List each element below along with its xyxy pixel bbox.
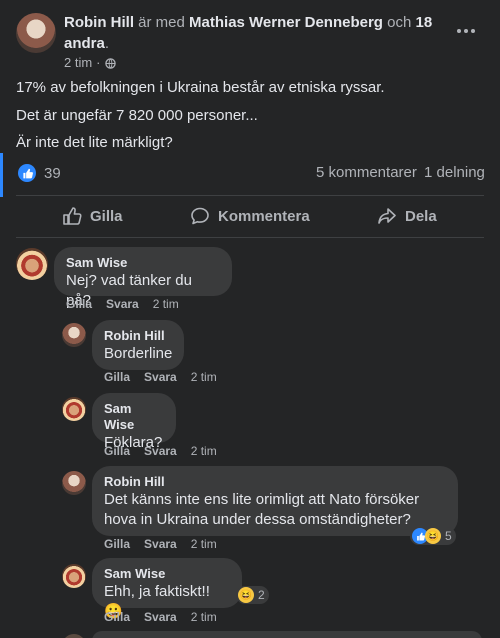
comment-like-link[interactable]: Gilla xyxy=(104,370,130,384)
comment-author[interactable]: Sam Wise xyxy=(104,566,230,582)
share-icon xyxy=(378,208,396,224)
post-text-line-3: Är inte det lite märkligt? xyxy=(16,134,173,151)
comment-author[interactable]: Robin Hill xyxy=(104,474,446,490)
avatar[interactable] xyxy=(62,634,86,638)
share-button[interactable]: Dela xyxy=(377,206,437,226)
comment-reply-link[interactable]: Svara xyxy=(144,610,177,624)
avatar[interactable] xyxy=(62,397,86,421)
comment-reactions[interactable]: 😆 5 xyxy=(410,527,456,545)
like-button[interactable]: Gilla xyxy=(62,206,123,226)
divider-top xyxy=(16,195,484,196)
comment-bubble: Sam Wise Föklara? xyxy=(92,393,176,451)
comment-reactions[interactable]: 😆 2 xyxy=(236,586,269,604)
with-text: är med xyxy=(138,14,185,31)
post-text-line-1: 17% av befolkningen i Ukraina består av … xyxy=(16,79,385,96)
reaction-count: 2 xyxy=(258,588,265,602)
comment-bubble-partial xyxy=(92,631,482,638)
thumbs-up-icon xyxy=(63,207,82,225)
comment-bubble: Robin Hill Borderline xyxy=(92,320,184,370)
comment-button-label: Kommentera xyxy=(218,207,310,225)
comment-reply-link[interactable]: Svara xyxy=(144,537,177,551)
comment-bubble: Sam Wise Ehh, ja faktiskt!! 😀 xyxy=(92,558,242,620)
comment-author[interactable]: Robin Hill xyxy=(104,328,172,344)
comment-icon xyxy=(191,207,209,225)
comment-time[interactable]: 2 tim xyxy=(191,537,217,551)
post-time[interactable]: 2 tim xyxy=(64,55,92,70)
comment-bubble: Robin Hill Det känns inte ens lite oriml… xyxy=(92,466,458,536)
tagged-person[interactable]: Mathias Werner Denneberg xyxy=(189,14,383,31)
comment-like-link[interactable]: Gilla xyxy=(104,610,130,624)
avatar[interactable] xyxy=(62,564,86,588)
comment-reply-link[interactable]: Svara xyxy=(144,444,177,458)
haha-reaction-icon: 😆 xyxy=(425,528,441,544)
comment-author[interactable]: Sam Wise xyxy=(104,401,164,433)
post-meta: 2 tim · xyxy=(64,55,116,70)
like-count: 39 xyxy=(44,164,61,182)
comment-like-link[interactable]: Gilla xyxy=(104,444,130,458)
comment-reply-link[interactable]: Svara xyxy=(106,297,139,311)
comment-like-link[interactable]: Gilla xyxy=(104,537,130,551)
comment-author[interactable]: Sam Wise xyxy=(66,255,220,271)
like-reaction-icon xyxy=(18,164,36,182)
like-button-label: Gilla xyxy=(90,207,123,225)
post-header: Robin Hill är med Mathias Werner Dennebe… xyxy=(64,12,444,54)
post-author-name[interactable]: Robin Hill xyxy=(64,14,134,31)
comment-text: Borderline xyxy=(104,345,173,362)
comment-time[interactable]: 2 tim xyxy=(153,297,179,311)
comment-reply-link[interactable]: Svara xyxy=(144,370,177,384)
comment-actions: Gilla Svara 2 tim xyxy=(66,297,193,311)
divider-bottom xyxy=(16,237,484,238)
and-text: och xyxy=(387,14,412,31)
comment-time[interactable]: 2 tim xyxy=(191,610,217,624)
post-author-avatar[interactable] xyxy=(16,13,56,53)
focus-accent-bar xyxy=(0,153,3,197)
more-options-icon[interactable] xyxy=(457,24,475,38)
globe-icon xyxy=(104,57,116,69)
share-button-label: Dela xyxy=(405,207,437,225)
comment-actions: Gilla Svara 2 tim xyxy=(104,537,231,551)
period-text: . xyxy=(104,35,110,52)
post-text-line-2: Det är ungefär 7 820 000 personer... xyxy=(16,107,258,124)
comment-text-line-1: Det känns inte ens lite orimligt att Nat… xyxy=(104,491,420,508)
haha-reaction-icon: 😆 xyxy=(238,587,254,603)
comment-button[interactable]: Kommentera xyxy=(190,206,310,226)
meta-dot: · xyxy=(96,55,101,70)
comment-time[interactable]: 2 tim xyxy=(191,370,217,384)
comments-count[interactable]: 5 kommentarer xyxy=(316,164,417,181)
avatar[interactable] xyxy=(16,248,48,280)
comment-actions: Gilla Svara 2 tim xyxy=(104,370,231,384)
comment-text-line-2: hova in Ukraina under dessa omständighet… xyxy=(104,511,411,528)
comment-bubble: Sam Wise Nej? vad tänker du på? xyxy=(54,247,232,309)
comment-like-link[interactable]: Gilla xyxy=(66,297,92,311)
avatar[interactable] xyxy=(62,323,86,347)
comment-time[interactable]: 2 tim xyxy=(191,444,217,458)
reaction-count: 5 xyxy=(445,529,452,543)
comment-actions: Gilla Svara 2 tim xyxy=(104,610,231,624)
shares-count[interactable]: 1 delning xyxy=(424,164,485,181)
reaction-summary[interactable]: 39 xyxy=(18,164,61,182)
avatar[interactable] xyxy=(62,471,86,495)
comment-actions: Gilla Svara 2 tim xyxy=(104,444,231,458)
